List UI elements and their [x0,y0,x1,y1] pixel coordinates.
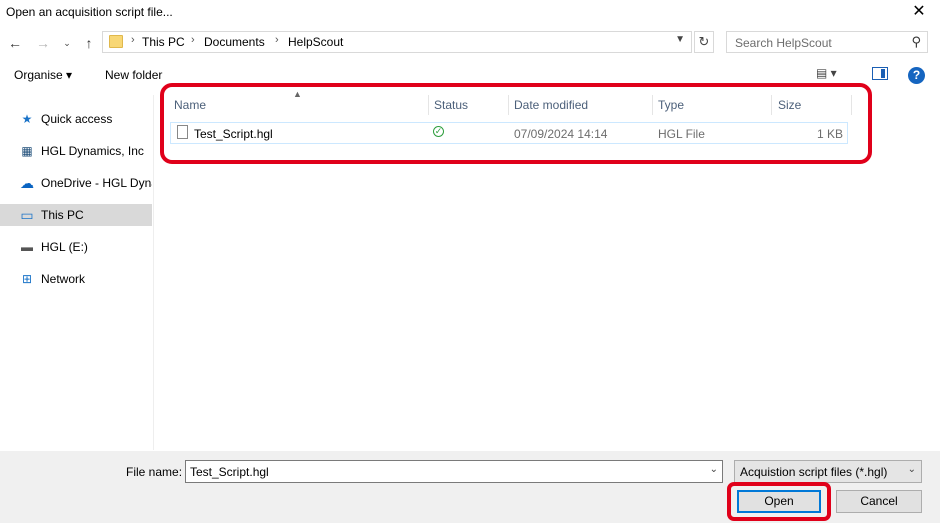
computer-icon: ▭ [20,207,34,223]
breadcrumb-separator-icon: › [191,34,195,46]
sidebar-item-onedrive[interactable]: ☁ OneDrive - HGL Dyna [0,172,152,194]
file-name-field[interactable]: Test_Script.hgl ⌄ [185,460,723,483]
breadcrumb-separator-icon: › [275,34,279,46]
forward-arrow-icon[interactable]: → [34,33,52,53]
close-icon[interactable]: ✕ [908,1,930,23]
window-title: Open an acquisition script file... [6,5,173,19]
up-arrow-icon[interactable]: ↑ [80,33,98,53]
file-type-filter-value: Acquistion script files (*.hgl) [740,465,888,479]
sidebar-item-label: OneDrive - HGL Dyna [41,176,152,190]
new-folder-button[interactable]: New folder [105,68,162,82]
view-options-icon[interactable]: ▤ ▾ [816,66,837,80]
address-bar[interactable]: › This PC › Documents › HelpScout ▼ [102,31,692,53]
title-bar: Open an acquisition script file... ✕ [0,0,940,26]
file-name-value: Test_Script.hgl [190,465,269,479]
sidebar-item-this-pc[interactable]: ▭ This PC [0,204,152,226]
chevron-down-icon[interactable]: ⌄ [710,464,718,475]
sidebar-item-label: This PC [41,208,84,222]
file-name-label: File name: [126,465,183,479]
sidebar-item-label: Quick access [41,112,113,126]
sidebar-item-network[interactable]: ⊞ Network [0,268,152,290]
network-icon: ⊞ [21,272,33,286]
breadcrumb-this-pc[interactable]: This PC [142,35,185,49]
file-type-filter-select[interactable]: Acquistion script files (*.hgl) ⌄ [734,460,922,483]
sidebar-item-hgl-drive[interactable]: ▬ HGL (E:) [0,236,152,258]
folder-icon [109,35,123,48]
sidebar-item-hgl-dynamics[interactable]: ▦ HGL Dynamics, Inc [0,140,152,162]
sidebar-item-quick-access[interactable]: ★ Quick access [0,108,152,130]
sidebar-item-label: Network [41,272,86,286]
sidebar-item-label: HGL Dynamics, Inc [41,144,144,158]
help-icon[interactable]: ? [908,67,925,84]
highlight-annotation-file-list [160,83,872,164]
preview-pane-icon[interactable] [872,67,888,80]
star-icon: ★ [21,112,33,126]
building-icon: ▦ [21,144,33,158]
cloud-icon: ☁ [20,175,34,191]
back-arrow-icon[interactable]: ← [6,33,24,53]
organise-button[interactable]: Organise ▾ [14,68,72,82]
highlight-annotation-open-button [727,482,831,521]
chevron-down-icon[interactable]: ⌄ [908,464,916,475]
search-placeholder: Search HelpScout [735,36,832,50]
drive-icon: ▬ [21,240,33,254]
recent-locations-chevron-icon[interactable]: ⌄ [60,33,74,53]
breadcrumb-separator-icon: › [131,34,135,46]
cancel-button[interactable]: Cancel [836,490,922,513]
chevron-down-icon[interactable]: ▼ [675,34,685,45]
breadcrumb-helpscout[interactable]: HelpScout [288,35,343,49]
navigation-pane: ★ Quick access ▦ HGL Dynamics, Inc ☁ One… [0,95,154,450]
search-input[interactable]: Search HelpScout ⚲ [726,31,928,53]
breadcrumb-documents[interactable]: Documents [204,35,265,49]
sidebar-item-label: HGL (E:) [41,240,88,254]
search-icon: ⚲ [911,34,921,49]
refresh-icon[interactable]: ↻ [694,31,714,53]
